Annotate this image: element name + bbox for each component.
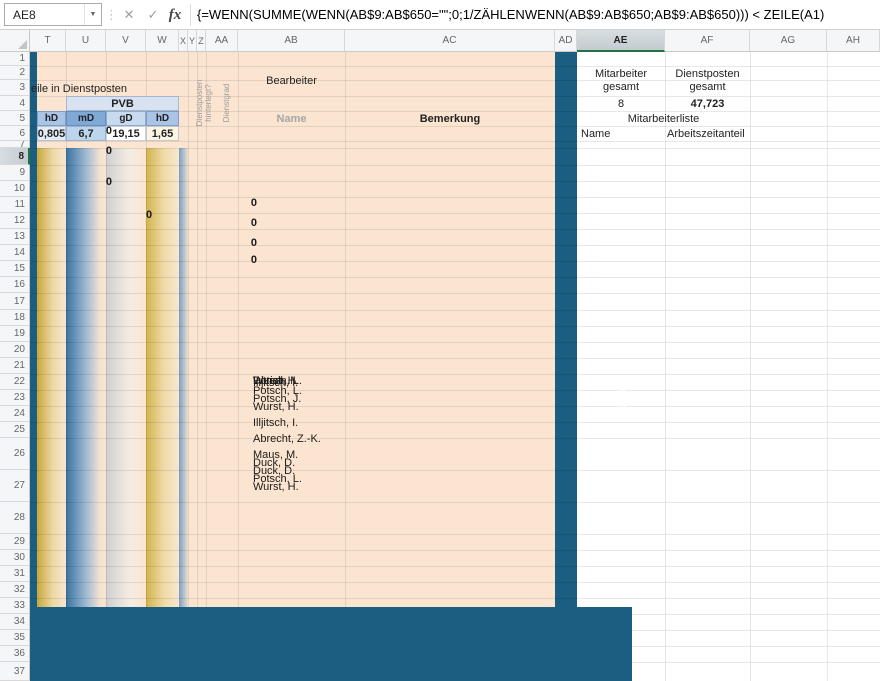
- cancel-button[interactable]: ✕: [118, 3, 140, 27]
- formula-bar-divider: [190, 4, 191, 26]
- row-header-20[interactable]: 20: [0, 342, 30, 358]
- row-header-13[interactable]: 13: [0, 229, 30, 245]
- row-header-18[interactable]: 18: [0, 310, 30, 326]
- gridline: [750, 52, 751, 681]
- insert-function-button[interactable]: fx: [164, 3, 186, 27]
- name-box-value: AE8: [13, 8, 36, 22]
- column-header-AD[interactable]: AD: [555, 30, 577, 52]
- row-header-4[interactable]: 4: [0, 96, 30, 111]
- column-header-AG[interactable]: AG: [750, 30, 827, 52]
- row-header-22[interactable]: 22: [0, 374, 30, 390]
- row-header-16[interactable]: 16: [0, 277, 30, 293]
- row-header-8[interactable]: 8: [0, 148, 30, 165]
- column-header-AB[interactable]: AB: [238, 30, 345, 52]
- column-header-X[interactable]: X: [179, 30, 188, 52]
- gridline: [827, 52, 828, 681]
- column-header-U[interactable]: U: [66, 30, 106, 52]
- row-header-33[interactable]: 33: [0, 598, 30, 614]
- row-header-23[interactable]: 23: [0, 390, 30, 406]
- row-header-36[interactable]: 36: [0, 646, 30, 662]
- row-header-15[interactable]: 15: [0, 261, 30, 277]
- row-header-21[interactable]: 21: [0, 358, 30, 374]
- gridline: [30, 80, 880, 81]
- row-header-30[interactable]: 30: [0, 550, 30, 566]
- formula-bar-grip-icon: ⋮: [105, 5, 118, 25]
- row-header-11[interactable]: 11: [0, 197, 30, 213]
- row-header-2[interactable]: 2: [0, 66, 30, 80]
- column-header-Y[interactable]: Y: [188, 30, 197, 52]
- select-all-corner[interactable]: [0, 30, 30, 52]
- column-header-V[interactable]: V: [106, 30, 146, 52]
- row-header-14[interactable]: 14: [0, 245, 30, 261]
- name-box[interactable]: AE8 ▼: [4, 3, 102, 26]
- column-header-Z[interactable]: Z: [197, 30, 206, 52]
- column-header-AC[interactable]: AC: [345, 30, 555, 52]
- column-header-AA[interactable]: AA: [206, 30, 238, 52]
- gridline: [30, 66, 880, 67]
- column-header-AE[interactable]: AE: [577, 30, 665, 52]
- row-header-31[interactable]: 31: [0, 566, 30, 582]
- row-header-1[interactable]: 1: [0, 52, 30, 66]
- gridline: [665, 52, 666, 681]
- cell-W37[interactable]: 1,5: [146, 209, 632, 681]
- cell-mitarbeiter-gesamt-label[interactable]: Mitarbeiter gesamt: [577, 66, 665, 96]
- row-header-25[interactable]: 25: [0, 422, 30, 438]
- row-header-32[interactable]: 32: [0, 582, 30, 598]
- row-header-7[interactable]: 7: [0, 141, 30, 148]
- cell-dienstposten-gesamt-value[interactable]: 47,723: [665, 96, 750, 111]
- enter-button[interactable]: ✓: [142, 3, 164, 27]
- name-box-dropdown-icon[interactable]: ▼: [84, 4, 101, 25]
- row-header-6[interactable]: 6: [0, 126, 30, 141]
- row-header-17[interactable]: 17: [0, 293, 30, 310]
- column-header-T[interactable]: T: [30, 30, 66, 52]
- column-header-AF[interactable]: AF: [665, 30, 750, 52]
- cell-anteile-label[interactable]: eile in Dienstposten: [31, 82, 181, 96]
- row-header-19[interactable]: 19: [0, 326, 30, 342]
- column-header-W[interactable]: W: [146, 30, 179, 52]
- select-all-icon: [18, 40, 27, 49]
- column-header-AH[interactable]: AH: [827, 30, 880, 52]
- row-header-28[interactable]: 28: [0, 502, 30, 534]
- row-header-34[interactable]: 34: [0, 614, 30, 630]
- row-header-24[interactable]: 24: [0, 406, 30, 422]
- row-header-37[interactable]: 37: [0, 662, 30, 681]
- row-header-26[interactable]: 26: [0, 438, 30, 470]
- formula-input[interactable]: {=WENN(SUMME(WENN(AB$9:AB$650="";0;1/ZÄH…: [197, 0, 878, 30]
- row-header-5[interactable]: 5: [0, 111, 30, 126]
- cell-dienstposten-gesamt-label[interactable]: Dienstposten gesamt: [665, 66, 750, 96]
- cell-bearbeiter-header[interactable]: Bearbeiter: [238, 66, 345, 96]
- spreadsheet: eile in Dienstposten PVB hD mD gD hD 0,8…: [0, 30, 880, 681]
- row-header-3[interactable]: 3: [0, 80, 30, 96]
- row-header-27[interactable]: 27: [0, 470, 30, 502]
- row-header-12[interactable]: 12: [0, 213, 30, 229]
- row-header-29[interactable]: 29: [0, 534, 30, 550]
- row-header-10[interactable]: 10: [0, 181, 30, 197]
- cell-arbeitszeitanteil-header[interactable]: Arbeitszeitanteil: [665, 126, 750, 141]
- formula-bar: AE8 ▼ ⋮ ✕ ✓ fx {=WENN(SUMME(WENN(AB$9:AB…: [0, 0, 880, 30]
- row-header-9[interactable]: 9: [0, 165, 30, 181]
- row-header-35[interactable]: 35: [0, 630, 30, 646]
